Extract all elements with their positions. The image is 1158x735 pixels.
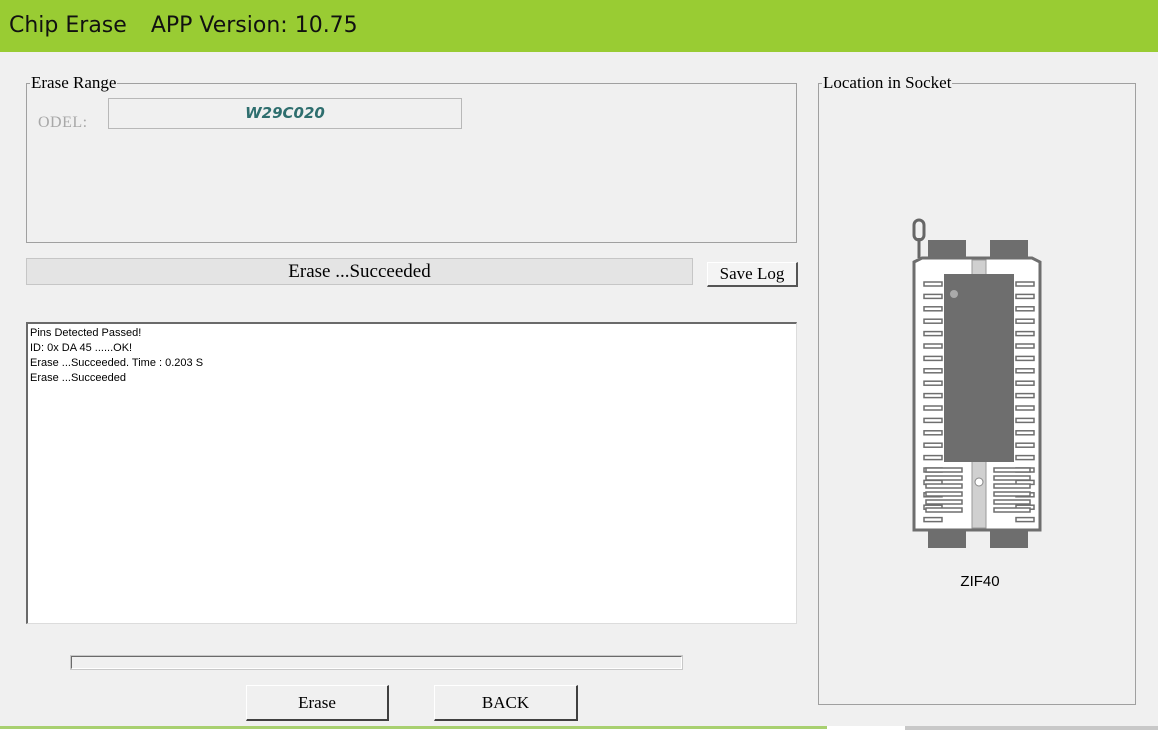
bottom-accent-line — [0, 726, 827, 729]
socket-type-label: ZIF40 — [960, 573, 1000, 590]
model-value: W29C020 — [245, 104, 325, 122]
bottom-edge — [0, 726, 1158, 735]
app-version: APP Version: 10.75 — [150, 13, 358, 38]
log-line: ID: 0x DA 45 ......OK! — [30, 342, 133, 354]
zif-socket-icon — [912, 218, 1042, 548]
log-line: Erase ...Succeeded. Time : 0.203 S — [30, 357, 204, 369]
log-line: Erase ...Succeeded — [30, 372, 127, 384]
back-button[interactable]: BACK — [434, 685, 578, 721]
log-line: Pins Detected Passed! — [30, 327, 142, 339]
model-field: W29C020 — [108, 98, 462, 129]
title-bar: Chip Erase APP Version: 10.75 — [0, 0, 1158, 52]
socket-location-legend: Location in Socket — [823, 73, 952, 92]
model-label: ODEL: — [38, 114, 88, 131]
window-title: Chip Erase APP Version: 10.75 — [9, 13, 358, 38]
status-bar: Erase ...Succeeded — [26, 258, 693, 285]
bottom-gray-line — [905, 726, 1158, 730]
erase-button[interactable]: Erase — [246, 685, 389, 721]
progress-bar — [70, 655, 683, 670]
save-log-button[interactable]: Save Log — [707, 262, 798, 287]
window-title-text: Chip Erase — [9, 13, 127, 38]
log-output[interactable]: Pins Detected Passed! ID: 0x DA 45 ......… — [26, 322, 797, 624]
erase-range-legend: Erase Range — [31, 73, 117, 92]
